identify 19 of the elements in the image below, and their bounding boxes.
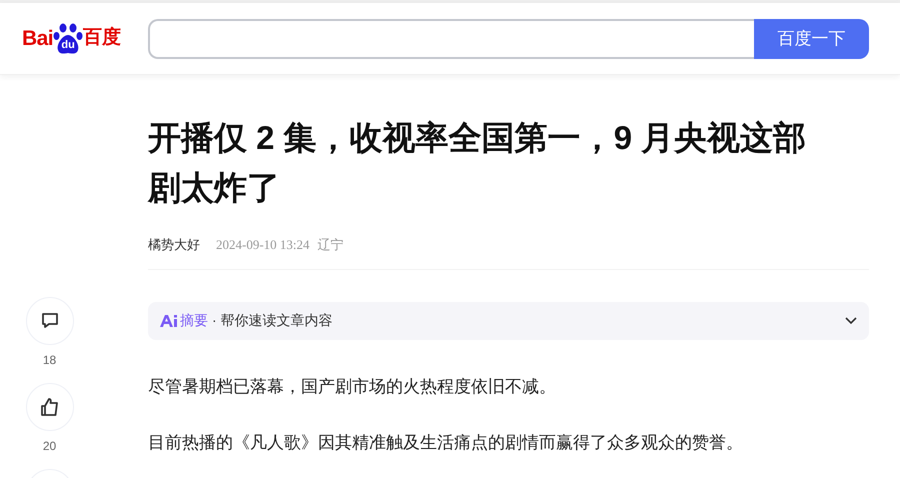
summary-text: · 帮你速读文章内容 (212, 311, 333, 330)
comment-icon (40, 311, 60, 331)
baidu-logo[interactable]: Bai du 百度 (22, 22, 130, 54)
comment-button[interactable] (26, 297, 74, 345)
search-button[interactable]: 百度一下 (754, 18, 869, 58)
thumbs-up-icon (40, 397, 60, 417)
author-name[interactable]: 橘势大好 (148, 235, 200, 254)
publish-time: 2024-09-10 13:24 (216, 236, 310, 254)
location-text: 辽宁 (318, 236, 344, 254)
action-count: 20 (42, 438, 56, 455)
like-button[interactable] (26, 383, 74, 431)
search-field[interactable] (148, 18, 754, 58)
action-count: 18 (42, 352, 56, 369)
ai-icon (160, 314, 178, 326)
summary-bar[interactable]: 摘要 · 帮你速读文章内容 (148, 302, 869, 340)
article-title: 开播仅 2 集，收视率全国第一，9 月央视这部剧太炸了 (148, 118, 808, 208)
paragraph: 目前热播的《凡人歌》因其精准触及生活痛点的剧情而赢得了众多观众的赞誉。 (148, 432, 744, 454)
paragraph: 尽管暑期档已落幕，国产剧市场的火热程度依旧不减。 (148, 376, 557, 398)
summary-label: 摘要 (180, 311, 208, 330)
